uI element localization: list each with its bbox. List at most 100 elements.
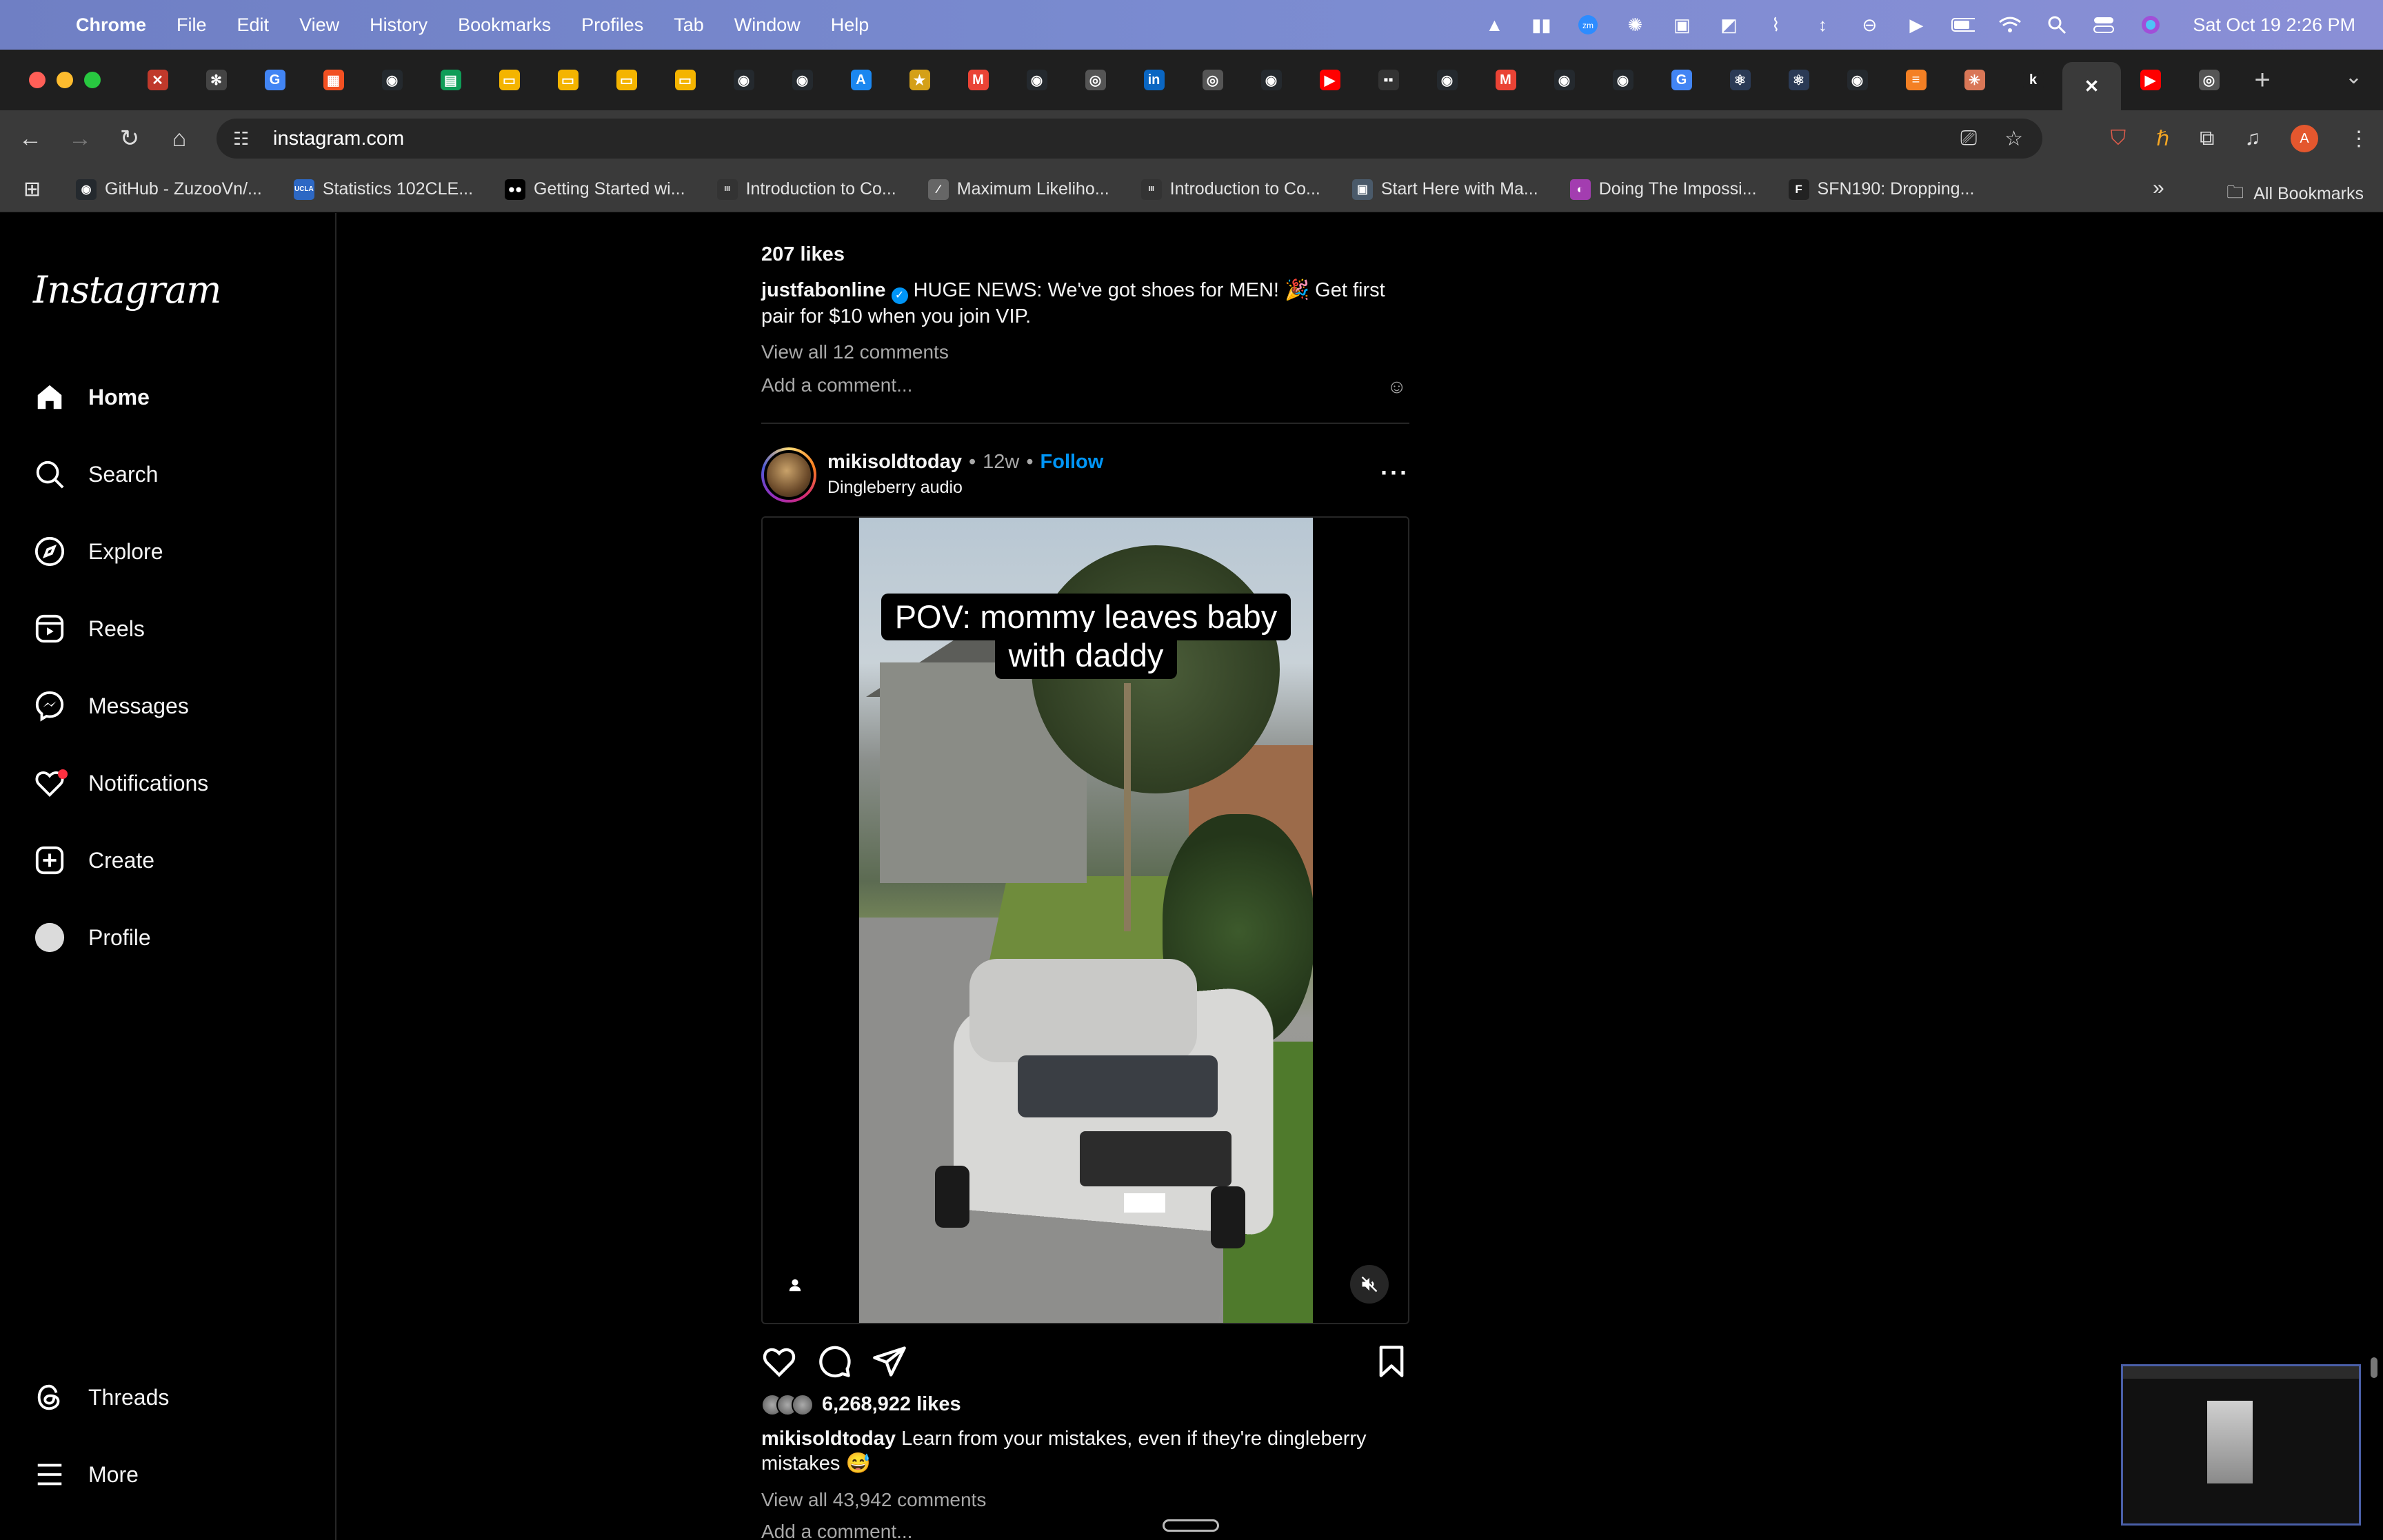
nav-notifications[interactable]: Notifications xyxy=(32,759,208,807)
browser-tab[interactable]: M xyxy=(949,59,1007,101)
siri-icon[interactable] xyxy=(2139,13,2162,37)
page-scrollbar-thumb[interactable] xyxy=(2371,1357,2377,1378)
browser-tab[interactable]: ◉ xyxy=(1535,59,1593,101)
nav-threads[interactable]: Threads xyxy=(32,1373,169,1421)
focus-icon[interactable]: ⊖ xyxy=(1858,13,1881,37)
nav-more[interactable]: More xyxy=(32,1450,139,1499)
bookmark-item[interactable]: ▣ Start Here with Ma... xyxy=(1351,179,1538,200)
tab-search-chevron-icon[interactable]: ⌄ xyxy=(2345,65,2362,89)
follow-button[interactable]: Follow xyxy=(1040,451,1104,474)
bookmark-item[interactable]: III Introduction to Co... xyxy=(716,179,896,200)
minimize-window-button[interactable] xyxy=(57,72,73,88)
browser-tab[interactable]: G xyxy=(1652,59,1711,101)
url-text[interactable]: instagram.com xyxy=(273,128,404,150)
browser-tab[interactable]: ⚛ xyxy=(1711,59,1769,101)
browser-tab[interactable]: ≡ xyxy=(1887,59,1945,101)
post-view-comments[interactable]: View all 43,942 comments xyxy=(761,1489,986,1511)
bookmark-item[interactable]: ◉ GitHub - ZuzooVn/... xyxy=(76,179,262,200)
bookmark-item[interactable]: ◐ Doing The Impossi... xyxy=(1569,179,1757,200)
browser-tab[interactable]: ◉ xyxy=(1007,59,1066,101)
zoom-icon[interactable]: zm xyxy=(1576,13,1600,37)
browser-tab[interactable]: G xyxy=(245,59,304,101)
browser-tab[interactable]: ▤ xyxy=(421,59,480,101)
media-control-icon[interactable]: ♫ xyxy=(2245,127,2261,150)
browser-tab[interactable]: ▭ xyxy=(656,59,714,101)
browser-tab[interactable]: ◉ xyxy=(363,59,421,101)
extensions-puzzle-icon[interactable]: ⧉ xyxy=(2200,127,2214,150)
browser-tab[interactable]: M xyxy=(1476,59,1535,101)
post-options-icon[interactable]: ··· xyxy=(1380,458,1409,487)
save-bookmark-icon[interactable] xyxy=(1374,1344,1409,1379)
nav-messages[interactable]: Messages xyxy=(32,682,189,730)
bookmark-item[interactable]: F SFN190: Dropping... xyxy=(1788,179,1974,200)
prev-post-username[interactable]: justfabonline xyxy=(761,279,885,301)
menu-file[interactable]: File xyxy=(177,14,207,36)
nav-reels[interactable]: Reels xyxy=(32,605,145,653)
menu-bookmarks[interactable]: Bookmarks xyxy=(458,14,551,36)
wifi-icon[interactable] xyxy=(1998,13,2022,37)
honey-extension-icon[interactable]: ℏ xyxy=(2156,127,2169,151)
comment-icon[interactable] xyxy=(816,1344,852,1379)
mute-icon[interactable] xyxy=(1350,1265,1389,1304)
menu-window[interactable]: Window xyxy=(734,14,801,36)
menu-profiles[interactable]: Profiles xyxy=(581,14,643,36)
image-capture-icon[interactable]: ◩ xyxy=(1717,13,1740,37)
forward-arrow-icon[interactable]: → xyxy=(55,125,105,152)
browser-tab[interactable]: ◉ xyxy=(773,59,832,101)
browser-tab[interactable]: ✳ xyxy=(1945,59,2004,101)
post-media[interactable]: POV: mommy leaves baby with daddy xyxy=(761,516,1409,1324)
browser-tab[interactable]: ⚛ xyxy=(1769,59,1828,101)
browser-tab[interactable]: ▶ xyxy=(1300,59,1359,101)
spotlight-search-icon[interactable] xyxy=(2045,13,2069,37)
like-heart-icon[interactable] xyxy=(761,1344,797,1379)
bug-status-icon[interactable]: ✺ xyxy=(1623,13,1647,37)
nav-explore[interactable]: Explore xyxy=(32,527,163,576)
prev-post-add-comment[interactable]: Add a comment... xyxy=(761,374,912,396)
chrome-menu-icon[interactable]: ⋮ xyxy=(2349,127,2369,151)
post-author-avatar[interactable] xyxy=(761,447,816,503)
browser-tab[interactable]: ★ xyxy=(890,59,949,101)
bookmark-item[interactable]: ∕ Maximum Likeliho... xyxy=(927,179,1109,200)
address-bar[interactable]: ☷ instagram.com ⎚ ☆ xyxy=(217,119,2042,159)
menu-app-name[interactable]: Chrome xyxy=(76,14,146,36)
nav-search[interactable]: Search xyxy=(32,450,158,498)
bookmark-star-icon[interactable]: ☆ xyxy=(2004,127,2023,151)
browser-tab[interactable]: ◉ xyxy=(1242,59,1300,101)
close-window-button[interactable] xyxy=(29,72,46,88)
play-circle-icon[interactable]: ▶ xyxy=(1904,13,1928,37)
post-age[interactable]: 12w xyxy=(983,451,1019,474)
clipboard-icon[interactable]: ▣ xyxy=(1670,13,1693,37)
activity-monitor-icon[interactable]: ▮▮ xyxy=(1529,13,1553,37)
menu-history[interactable]: History xyxy=(370,14,428,36)
browser-tab[interactable]: ✻ xyxy=(187,59,245,101)
browser-tab[interactable]: k xyxy=(2004,59,2062,101)
browser-tab[interactable]: ▦ xyxy=(304,59,363,101)
back-arrow-icon[interactable]: ← xyxy=(6,125,55,152)
nav-home[interactable]: Home xyxy=(32,373,150,421)
browser-tab[interactable]: ▶ xyxy=(2121,59,2180,101)
browser-tab[interactable]: ▪▪ xyxy=(1359,59,1418,101)
instagram-logo[interactable]: Instagram xyxy=(33,268,221,312)
picture-in-picture-preview[interactable] xyxy=(2121,1364,2361,1526)
prev-post-likes[interactable]: 207 likes xyxy=(761,243,845,266)
share-icon[interactable] xyxy=(872,1344,907,1379)
browser-tab[interactable]: A xyxy=(832,59,890,101)
profile-avatar-icon[interactable]: A xyxy=(2291,125,2318,152)
browser-tab[interactable]: ▭ xyxy=(480,59,539,101)
browser-tab[interactable]: ✕ xyxy=(128,59,187,101)
browser-tab[interactable]: ◉ xyxy=(1593,59,1652,101)
post-likes[interactable]: 6,268,922 likes xyxy=(761,1393,961,1416)
paperclip-icon[interactable]: ⌇ xyxy=(1764,13,1787,37)
browser-tab[interactable]: in xyxy=(1125,59,1183,101)
browser-tab[interactable]: ◉ xyxy=(714,59,773,101)
browser-tab[interactable]: ◎ xyxy=(1183,59,1242,101)
apps-grid-icon[interactable]: ⊞ xyxy=(23,177,48,201)
home-button-icon[interactable]: ⌂ xyxy=(154,125,204,152)
control-center-icon[interactable] xyxy=(2092,13,2115,37)
bookmark-item[interactable]: ●● Getting Started wi... xyxy=(505,179,685,200)
browser-tab[interactable]: ▭ xyxy=(597,59,656,101)
bookmark-item[interactable]: III Introduction to Co... xyxy=(1140,179,1320,200)
caption-username[interactable]: mikisoldtoday xyxy=(761,1428,896,1450)
browser-tab[interactable]: ◎ xyxy=(2180,59,2238,101)
post-audio-link[interactable]: Dingleberry audio xyxy=(827,478,963,498)
